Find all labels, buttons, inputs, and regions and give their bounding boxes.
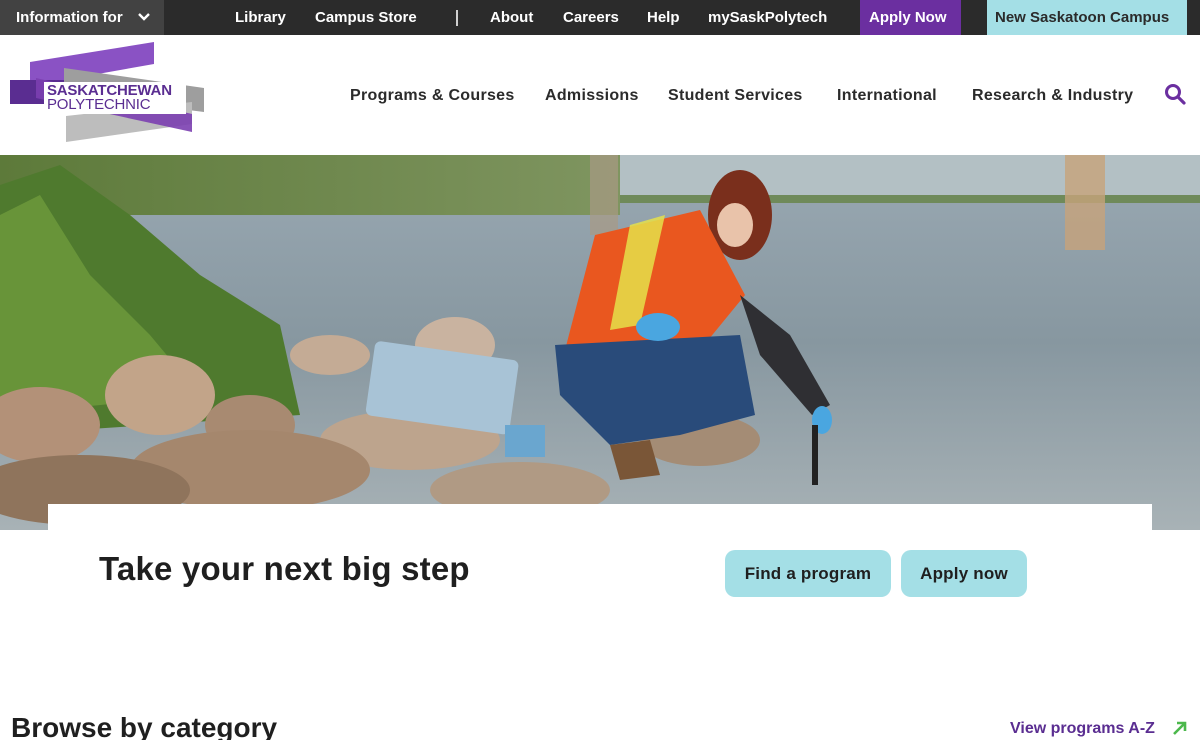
browse-category-heading: Browse by category bbox=[11, 712, 278, 740]
find-program-button[interactable]: Find a program bbox=[725, 550, 891, 597]
utility-bar: Information for Library Campus Store Abo… bbox=[0, 0, 1200, 35]
nav-international[interactable]: International bbox=[837, 87, 937, 105]
chevron-down-icon bbox=[138, 13, 150, 21]
new-campus-button[interactable]: New Saskatoon Campus bbox=[987, 0, 1187, 35]
apply-now-top-button[interactable]: Apply Now bbox=[860, 0, 961, 35]
topbar-link-careers[interactable]: Careers bbox=[563, 9, 619, 26]
logo-wordmark: SASKATCHEWAN POLYTECHNIC bbox=[47, 83, 172, 113]
hero-image bbox=[0, 155, 1200, 530]
nav-student-services[interactable]: Student Services bbox=[668, 87, 803, 105]
arrow-up-right-icon bbox=[1173, 721, 1187, 735]
nav-programs-courses[interactable]: Programs & Courses bbox=[350, 87, 515, 105]
logo-line-2: POLYTECHNIC bbox=[47, 96, 151, 113]
topbar-link-library[interactable]: Library bbox=[235, 9, 286, 26]
hero-headline: Take your next big step bbox=[99, 550, 470, 587]
apply-now-label: Apply now bbox=[920, 564, 1008, 583]
nav-research-industry[interactable]: Research & Industry bbox=[972, 87, 1133, 105]
nav-admissions[interactable]: Admissions bbox=[545, 87, 639, 105]
search-button[interactable] bbox=[1163, 82, 1187, 106]
new-campus-label: New Saskatoon Campus bbox=[995, 9, 1170, 26]
apply-now-top-label: Apply Now bbox=[869, 9, 947, 26]
apply-now-button[interactable]: Apply now bbox=[901, 550, 1027, 597]
topbar-link-help[interactable]: Help bbox=[647, 9, 680, 26]
topbar-link-about[interactable]: About bbox=[490, 9, 533, 26]
topbar-link-campus-store[interactable]: Campus Store bbox=[315, 9, 417, 26]
information-for-dropdown[interactable]: Information for bbox=[0, 0, 164, 35]
saskpolytech-logo[interactable]: SASKATCHEWAN POLYTECHNIC bbox=[8, 42, 208, 146]
information-for-label: Information for bbox=[16, 9, 123, 26]
find-program-label: Find a program bbox=[744, 564, 872, 583]
view-programs-az-link[interactable]: View programs A-Z bbox=[1010, 720, 1155, 738]
topbar-divider bbox=[456, 10, 458, 26]
search-icon bbox=[1165, 84, 1186, 105]
topbar-link-mysaskpolytech[interactable]: mySaskPolytech bbox=[708, 9, 827, 26]
